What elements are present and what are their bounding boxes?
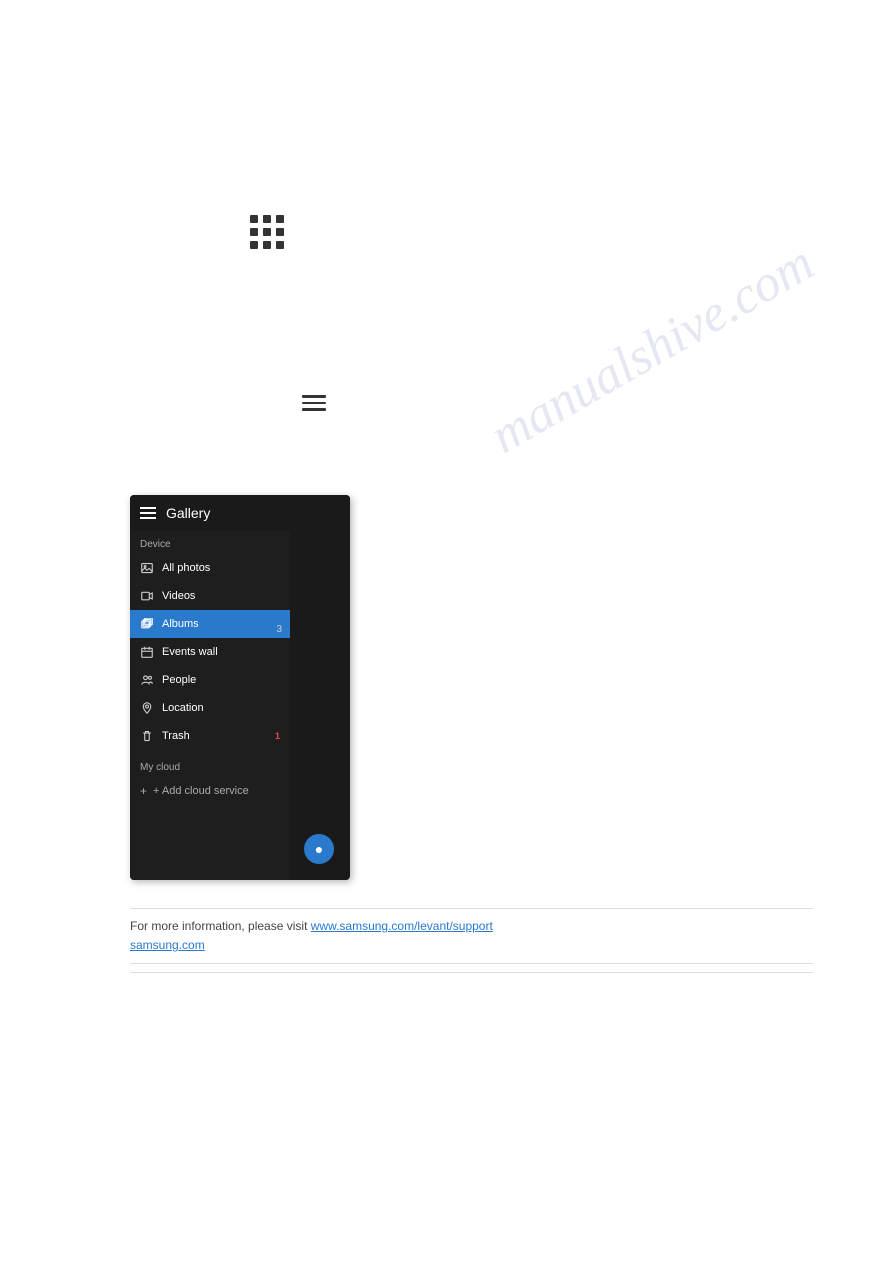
sidebar-item-events-wall[interactable]: Events wall — [130, 638, 290, 666]
camera-fab-button[interactable]: ● — [304, 834, 334, 864]
sidebar-item-videos[interactable]: Videos — [130, 582, 290, 610]
albums-icon — [140, 617, 154, 631]
device-section-label: Device — [130, 531, 290, 554]
trash-icon — [140, 729, 154, 743]
phone-mockup: Gallery Device All photos — [130, 495, 350, 880]
bottom-text-1: For more information, please visit — [130, 919, 311, 933]
events-icon — [140, 645, 154, 659]
sidebar-item-people[interactable]: People — [130, 666, 290, 694]
divider-bottom2 — [130, 972, 813, 973]
events-wall-label: Events wall — [162, 646, 218, 658]
gallery-hamburger-icon[interactable] — [140, 507, 156, 519]
people-label: People — [162, 674, 196, 686]
albums-count: 3 — [276, 624, 282, 635]
location-icon — [140, 701, 154, 715]
camera-icon: ● — [315, 841, 323, 857]
image-icon — [140, 561, 154, 575]
sidebar-drawer: Device All photos Videos — [130, 531, 290, 880]
bottom-section: For more information, please visit www.s… — [130, 900, 813, 981]
people-icon — [140, 673, 154, 687]
location-label: Location — [162, 702, 204, 714]
grid-icon — [250, 215, 284, 249]
hamburger-icon — [302, 395, 326, 411]
trash-badge: 1 — [275, 731, 280, 741]
my-cloud-section: My cloud + + Add cloud service — [130, 754, 290, 805]
bottom-text-2: samsung.com — [130, 936, 813, 955]
watermark: manualshive.com — [480, 233, 823, 465]
albums-label: Albums — [162, 618, 199, 630]
plus-icon: + — [140, 784, 147, 798]
sidebar-item-location[interactable]: Location — [130, 694, 290, 722]
add-cloud-service-label: + Add cloud service — [153, 785, 249, 797]
add-cloud-button[interactable]: + + Add cloud service — [130, 777, 290, 805]
gallery-title: Gallery — [166, 505, 210, 521]
samsung-link[interactable]: samsung.com — [130, 938, 205, 952]
gallery-header: Gallery — [130, 495, 350, 531]
video-icon — [140, 589, 154, 603]
divider-top — [130, 908, 813, 909]
divider-bottom — [130, 963, 813, 964]
all-photos-label: All photos — [162, 562, 210, 574]
trash-label: Trash — [162, 730, 190, 742]
sidebar-item-all-photos[interactable]: All photos — [130, 554, 290, 582]
support-link[interactable]: www.samsung.com/levant/support — [311, 919, 493, 933]
bottom-text: For more information, please visit www.s… — [130, 917, 813, 936]
my-cloud-label: My cloud — [130, 754, 290, 777]
sidebar-item-albums[interactable]: Albums 3 — [130, 610, 290, 638]
sidebar-item-trash[interactable]: Trash 1 — [130, 722, 290, 750]
videos-label: Videos — [162, 590, 195, 602]
